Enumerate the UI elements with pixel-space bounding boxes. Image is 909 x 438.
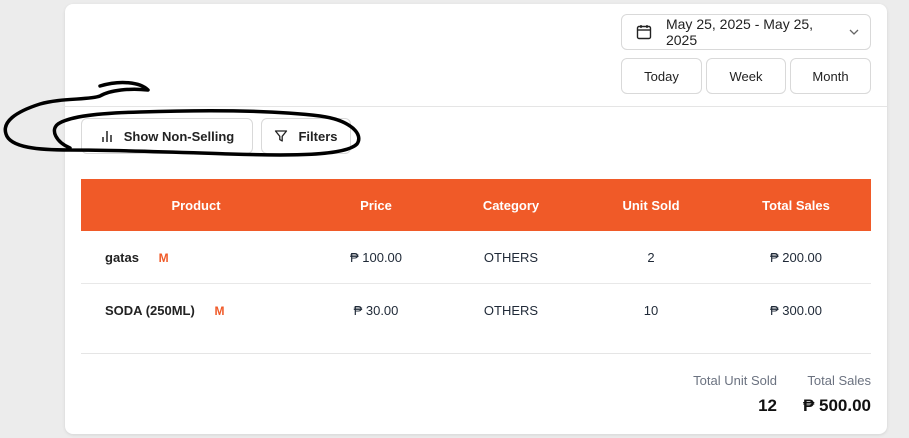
filter-icon	[275, 130, 288, 142]
product-name: SODA (250ML)	[105, 303, 195, 318]
date-range-text: May 25, 2025 - May 25, 2025	[665, 16, 814, 48]
total-sales-label: Total Sales	[807, 373, 871, 388]
unit-sold-cell: 10	[643, 303, 659, 318]
header-divider	[65, 106, 887, 107]
column-header-product[interactable]: Product	[81, 198, 311, 213]
product-badge: M	[158, 250, 169, 265]
sales-report-card: May 25, 2025 - May 25, 2025 Today Week M…	[65, 4, 887, 434]
total-sales-cell: ₱ 200.00	[769, 249, 823, 265]
product-badge: M	[214, 304, 225, 318]
bar-chart-icon	[102, 131, 112, 142]
price-cell: ₱ 100.00	[349, 249, 403, 265]
product-cell: gatas M	[81, 250, 311, 265]
chevron-down-icon	[849, 29, 859, 35]
column-header-category[interactable]: Category	[441, 198, 581, 213]
totals-divider	[81, 353, 871, 354]
total-sales-cell: ₱ 300.00	[769, 303, 823, 318]
show-non-selling-label: Show Non-Selling	[123, 128, 235, 144]
sales-table: Product Price Category Unit Sold Total S…	[81, 179, 871, 337]
today-button[interactable]: Today	[621, 58, 702, 94]
table-header: Product Price Category Unit Sold Total S…	[81, 179, 871, 231]
month-button[interactable]: Month	[790, 58, 871, 94]
filters-button[interactable]: Filters	[261, 118, 351, 154]
table-row[interactable]: gatas M ₱ 100.00 OTHERS 2 ₱ 200.00	[81, 231, 871, 284]
date-range-picker[interactable]: May 25, 2025 - May 25, 2025	[621, 14, 871, 50]
total-unit-sold-value: 12	[758, 396, 777, 415]
category-cell: OTHERS	[483, 303, 539, 318]
product-name: gatas	[105, 249, 139, 265]
total-sales-value: ₱ 500.00	[802, 396, 871, 415]
filters-label: Filters	[298, 128, 338, 144]
week-button[interactable]: Week	[706, 58, 786, 94]
calendar-icon	[636, 25, 652, 40]
show-non-selling-button[interactable]: Show Non-Selling	[81, 118, 253, 154]
column-header-price[interactable]: Price	[311, 198, 441, 213]
column-header-unit-sold[interactable]: Unit Sold	[581, 198, 721, 213]
category-cell: OTHERS	[483, 249, 539, 265]
total-unit-sold-label: Total Unit Sold	[693, 373, 777, 388]
price-cell: ₱ 30.00	[353, 303, 399, 318]
product-cell: SODA (250ML) M	[81, 303, 311, 318]
unit-sold-cell: 2	[647, 249, 655, 265]
column-header-total-sales[interactable]: Total Sales	[721, 198, 871, 213]
table-row[interactable]: SODA (250ML) M ₱ 30.00 OTHERS 10 ₱ 300.0…	[81, 284, 871, 337]
